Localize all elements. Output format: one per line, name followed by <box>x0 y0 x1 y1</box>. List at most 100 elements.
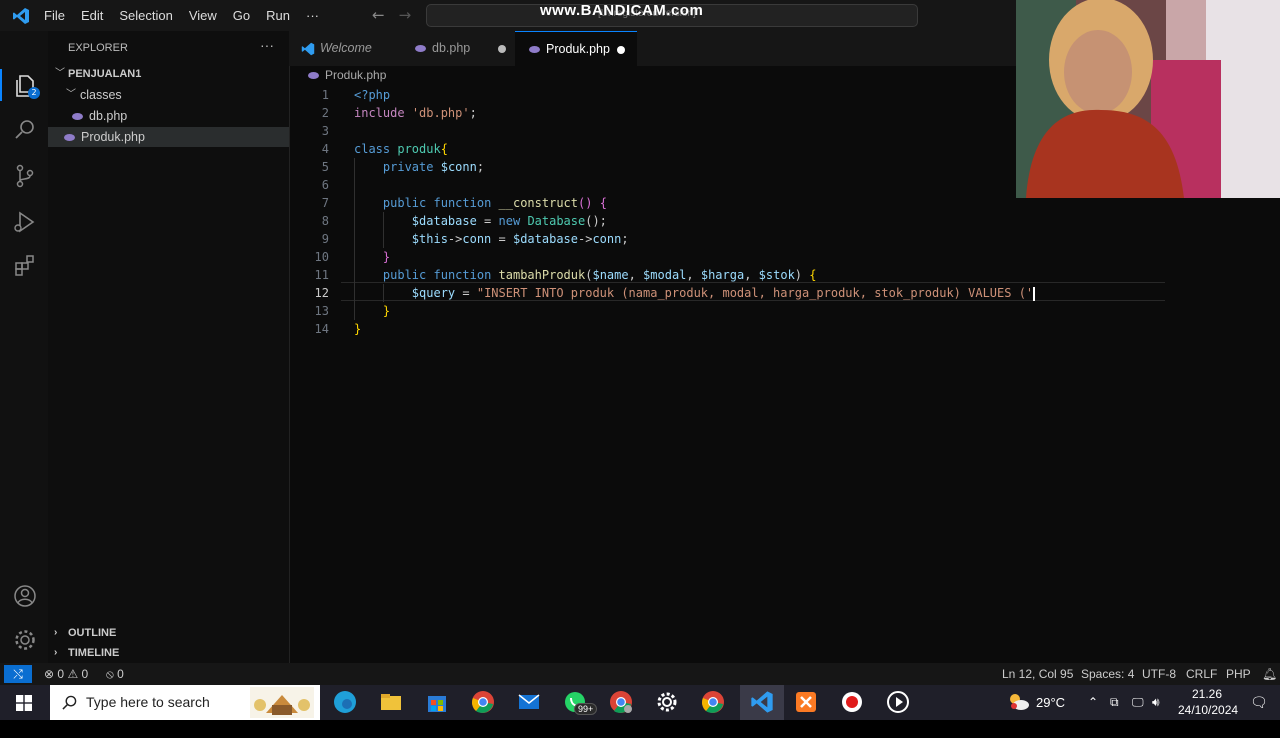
error-count: 0 <box>57 667 65 681</box>
clock-date[interactable]: 24/10/2024 <box>1178 703 1238 738</box>
tab-db-php[interactable]: db.php <box>401 31 515 66</box>
code-line: } <box>354 322 362 336</box>
cursor-position[interactable]: Ln 12, Col 95 <box>1002 663 1073 685</box>
notification-center-icon[interactable]: 🗨︎ <box>1250 685 1268 720</box>
bandicam-record-icon[interactable] <box>840 690 864 714</box>
unsaved-dot-icon[interactable] <box>617 46 625 54</box>
code-line: <?php <box>354 88 391 102</box>
encoding[interactable]: UTF-8 <box>1142 663 1176 685</box>
code-line: include 'db.php'; <box>354 106 477 120</box>
temperature[interactable]: 29°C <box>1036 685 1065 720</box>
account-icon[interactable] <box>12 583 38 609</box>
weather-icon[interactable] <box>1006 691 1030 713</box>
explorer-sidebar: EXPLORER ··· ﹀ PENJUALAN1 ﹀ classes db.p… <box>48 31 290 663</box>
php-file-icon <box>72 113 83 121</box>
outline-section[interactable]: › OUTLINE <box>48 623 289 643</box>
tab-label: Welcome <box>320 41 372 55</box>
network-icon[interactable]: ⧉ <box>1110 685 1119 720</box>
explorer-badge: 2 <box>28 87 40 99</box>
code-line: } <box>382 304 391 318</box>
windows-taskbar: Type here to search 99+ 29°C ⌃ ⧉ 🖵︎ 🔊︎ 2… <box>0 685 1280 720</box>
menu-edit[interactable]: Edit <box>81 8 103 23</box>
line-number: 4 <box>321 142 329 156</box>
code-line: public function tambahProduk($name, $mod… <box>382 268 817 282</box>
search-icon[interactable] <box>12 117 38 143</box>
chrome-icon[interactable] <box>471 690 495 714</box>
code-line: $query = "INSERT INTO produk (nama_produ… <box>411 286 1036 301</box>
settings-gear-icon[interactable] <box>12 627 38 653</box>
back-arrow-icon[interactable]: ← <box>372 6 385 24</box>
error-icon: ⊗ <box>44 667 55 681</box>
screen: File Edit Selection View Go Run ··· ← → … <box>0 0 1280 720</box>
explorer-title: EXPLORER <box>68 42 128 54</box>
search-placeholder: Type here to search <box>86 694 210 710</box>
extensions-icon[interactable] <box>12 253 38 279</box>
taskbar-search[interactable]: Type here to search <box>50 685 320 720</box>
media-player-icon[interactable] <box>886 690 910 714</box>
search-highlight-icon <box>250 687 314 718</box>
root-folder-label: PENJUALAN1 <box>68 68 142 80</box>
tab-label: Produk.php <box>546 42 610 56</box>
notifications-bell-icon[interactable]: 🔔︎ <box>1262 663 1277 685</box>
edge-icon[interactable] <box>333 690 357 714</box>
text-caret <box>1033 286 1036 301</box>
php-file-icon <box>64 134 75 142</box>
menu-file[interactable]: File <box>44 8 65 23</box>
explorer-more-icon[interactable]: ··· <box>260 37 274 53</box>
activity-bar: 2 <box>0 31 48 663</box>
file-row: db.php <box>72 106 127 126</box>
language-mode[interactable]: PHP <box>1226 663 1251 685</box>
chevron-down-icon: ﹀ <box>55 68 65 79</box>
file-label: db.php <box>89 109 128 123</box>
mail-icon[interactable] <box>517 690 541 714</box>
store-icon[interactable] <box>425 690 449 714</box>
search-icon <box>62 695 77 710</box>
run-debug-icon[interactable] <box>12 209 38 235</box>
line-number: 10 <box>314 250 329 264</box>
breadcrumb[interactable]: Produk.php <box>308 68 386 82</box>
menu-run[interactable]: Run <box>266 8 290 23</box>
tab-welcome[interactable]: Welcome <box>289 31 401 66</box>
active-indicator <box>0 69 2 101</box>
forward-arrow-icon[interactable]: → <box>399 6 412 24</box>
ports-count: 0 <box>117 667 124 681</box>
timeline-section[interactable]: › TIMELINE <box>48 643 289 663</box>
tab-produk-php[interactable]: Produk.php <box>515 31 637 67</box>
menu-go[interactable]: Go <box>233 8 250 23</box>
folder-label: classes <box>80 88 122 102</box>
tree-folder-classes[interactable]: ﹀ classes <box>48 85 289 105</box>
warning-count: 0 <box>81 667 89 681</box>
source-control-icon[interactable] <box>12 163 38 189</box>
bandicam-watermark: www.BANDICAM.com <box>540 2 704 19</box>
xampp-icon[interactable] <box>794 690 818 714</box>
tree-root-folder[interactable]: ﹀ PENJUALAN1 <box>48 64 289 84</box>
whatsapp-badge: 99+ <box>574 703 598 715</box>
file-explorer-icon[interactable] <box>379 690 403 714</box>
line-number: 7 <box>321 196 329 210</box>
end-of-line[interactable]: CRLF <box>1186 663 1217 685</box>
webcam-overlay <box>1016 0 1280 198</box>
vscode-taskbar-icon[interactable] <box>750 690 774 714</box>
remote-indicator-icon[interactable]: ⤭ <box>4 665 32 683</box>
code-line: $this->conn = $database->conn; <box>411 232 629 246</box>
display-icon[interactable]: 🖵︎ <box>1132 685 1144 720</box>
menu-more[interactable]: ··· <box>306 8 319 23</box>
chevron-down-icon: ﹀ <box>66 89 76 100</box>
vscode-logo-icon[interactable] <box>12 7 30 25</box>
volume-icon[interactable]: 🔊︎ <box>1152 685 1160 720</box>
indentation[interactable]: Spaces: 4 <box>1081 663 1134 685</box>
menu-bar: File Edit Selection View Go Run ··· <box>44 0 319 31</box>
chrome-profile-icon[interactable] <box>609 690 633 714</box>
line-number: 11 <box>314 268 329 282</box>
tree-file-produk[interactable]: Produk.php <box>48 127 289 147</box>
tree-file-db[interactable]: db.php <box>48 106 289 126</box>
chevron-up-icon[interactable]: ⌃ <box>1088 685 1098 720</box>
windows-start-icon[interactable] <box>16 695 32 711</box>
unsaved-dot-icon[interactable] <box>498 45 506 53</box>
ports-indicator[interactable]: ⦸ 0 <box>106 663 124 685</box>
menu-view[interactable]: View <box>189 8 217 23</box>
menu-selection[interactable]: Selection <box>119 8 172 23</box>
chrome-icon-2[interactable] <box>701 690 725 714</box>
problems-indicator[interactable]: ⊗ 0 ⚠ 0 <box>44 663 88 685</box>
settings-icon[interactable] <box>655 690 679 714</box>
